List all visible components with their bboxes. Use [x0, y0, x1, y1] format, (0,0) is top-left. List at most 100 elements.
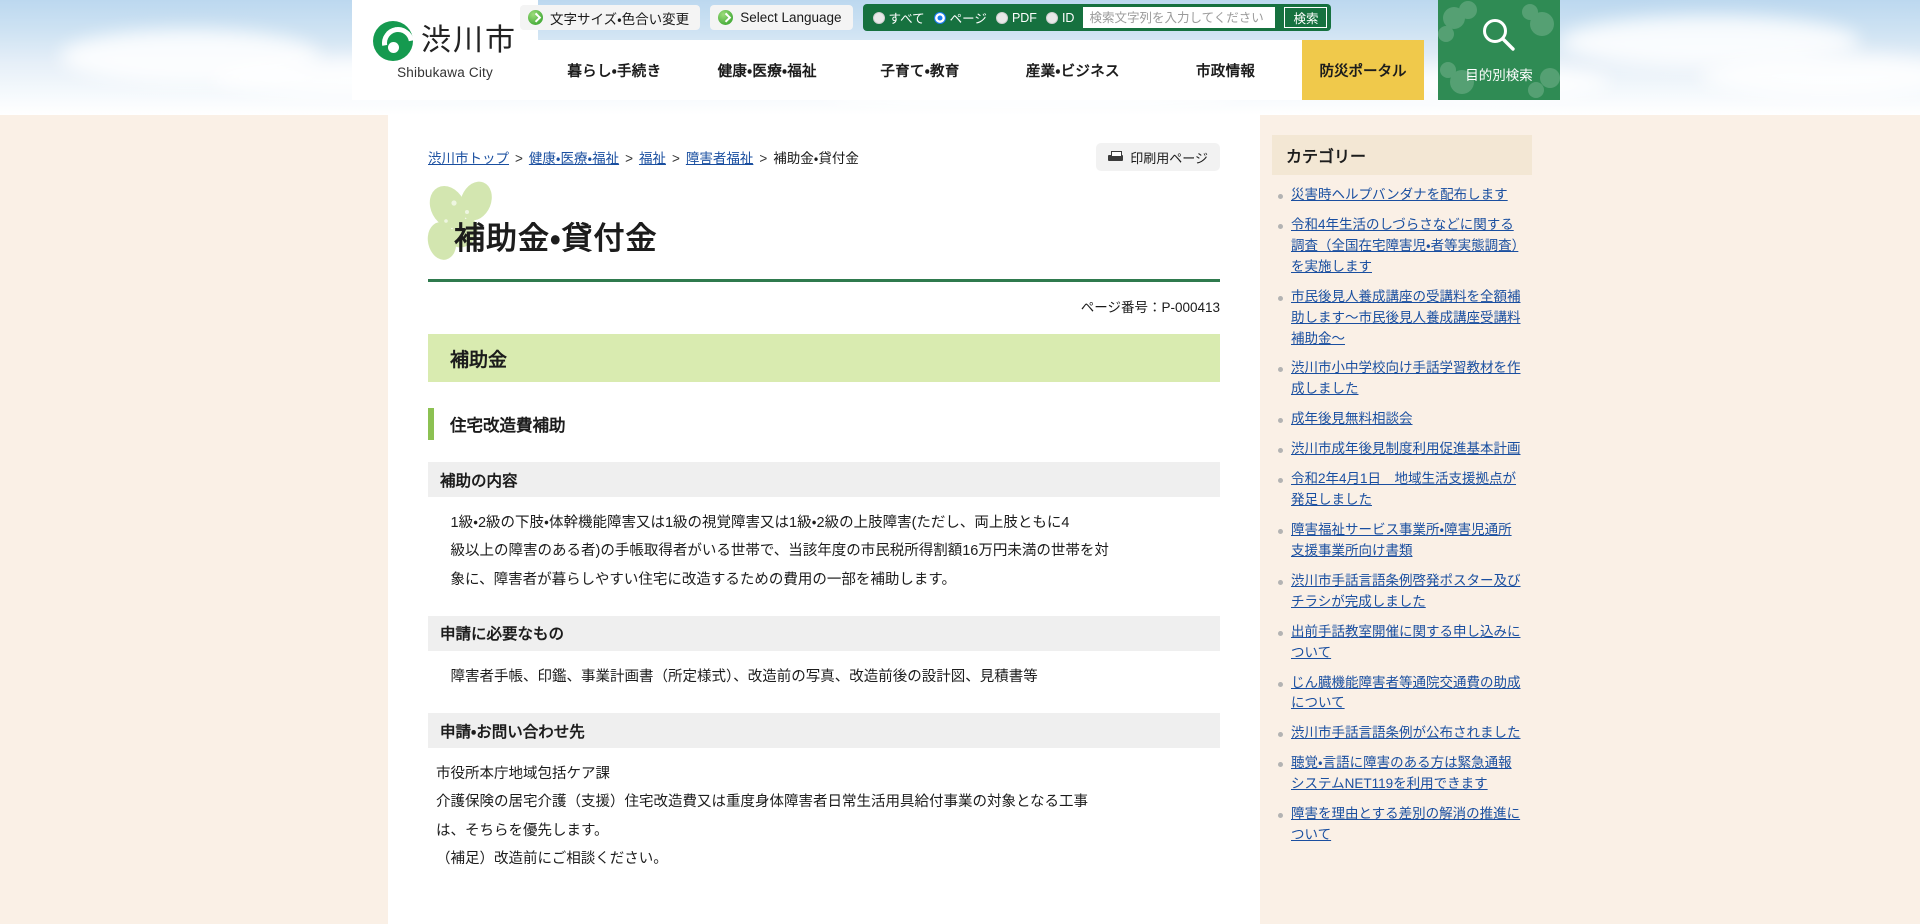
search-scope-all[interactable]: すべて [872, 8, 925, 27]
nav-item-kurashi[interactable]: 暮らし・手続き [538, 60, 691, 81]
bullet-icon [1278, 732, 1283, 738]
search-scope-id[interactable]: ID [1045, 10, 1075, 25]
breadcrumb-item-kenko[interactable]: 健康・医療・福祉 [529, 151, 619, 166]
print-page-label: 印刷用ページ [1130, 150, 1208, 166]
sidebar-link[interactable]: 聴覚・言語に障害のある方は緊急通報システムNET119を利用できます [1291, 753, 1522, 795]
list-item[interactable]: 災害時ヘルプバンダナを配布します [1278, 185, 1522, 206]
heading-shinsei-toiawase: 申請・お問い合わせ先 [428, 713, 1220, 749]
select-language-button[interactable]: Select Language [710, 5, 853, 30]
nav-item-kosodate[interactable]: 子育て・教育 [844, 60, 997, 81]
sidebar-link[interactable]: 渋川市手話言語条例啓発ポスター及びチラシが完成しました [1291, 571, 1522, 613]
search-scope-page[interactable]: ページ [933, 8, 987, 27]
paragraph-shinsei-toiawase: 市役所本庁地域包括ケア課 介護保険の居宅介護（支援）住宅改造費又は重度身体障害者… [428, 760, 1220, 873]
search-submit-button[interactable]: 検索 [1284, 7, 1328, 28]
bullet-icon [1278, 478, 1283, 484]
sidebar-link[interactable]: 出前手話教室開催に関する申し込みについて [1291, 622, 1522, 664]
bullet-icon [1278, 528, 1283, 534]
text-line: 1級・2級の下肢・体幹機能障害又は1級の視覚障害又は1級・2級の上肢障害(ただし… [450, 515, 1070, 531]
search-scope-pdf-label: PDF [1011, 10, 1037, 25]
sidebar-link-list: 災害時ヘルプバンダナを配布します 令和4年生活のしづらさなどに関する調査（全国在… [1272, 175, 1532, 846]
subsection-heading-jutaku: 住宅改造費補助 [428, 408, 1220, 440]
heading-hojo-naiyo: 補助の内容 [428, 462, 1220, 497]
bullet-icon [1278, 367, 1283, 373]
nav-item-kenko[interactable]: 健康・医療・福祉 [691, 60, 844, 81]
purpose-search-label: 目的別検索 [1465, 68, 1533, 83]
breadcrumb-item-shogaisha[interactable]: 障害者福祉 [686, 151, 754, 166]
utility-bar: 文字サイズ・色合い変更 Select Language すべて ページ PDF [520, 4, 1332, 31]
list-item[interactable]: 渋川市手話言語条例が公布されました [1278, 723, 1522, 744]
nav-item-sangyo[interactable]: 産業・ビジネス [996, 60, 1149, 81]
sidebar-link[interactable]: 渋川市小中学校向け手話学習教材を作成しました [1291, 358, 1522, 400]
bullet-icon [1278, 813, 1283, 819]
sidebar-link[interactable]: 令和4年生活のしづらさなどに関する調査（全国在宅障害児・者等実態調査）を実施しま… [1291, 215, 1522, 278]
bullet-icon [1278, 448, 1283, 454]
breadcrumb-separator: > [625, 151, 633, 166]
radio-icon-selected [933, 11, 946, 24]
main-content: 渋川市トップ > 健康・医療・福祉 > 福祉 > 障害者福祉 > 補助金・貸付金 印刷用ページ [388, 115, 1260, 924]
bullet-icon [1278, 762, 1283, 768]
sidebar-link[interactable]: 障害を理由とする差別の解消の推進について [1291, 804, 1522, 846]
page-number: ページ番号：P-000413 [1080, 300, 1220, 315]
search-scope-page-label: ページ [949, 12, 987, 26]
purpose-search-button[interactable]: 目的別検索 [1438, 0, 1560, 100]
breadcrumb: 渋川市トップ > 健康・医療・福祉 > 福祉 > 障害者福祉 > 補助金・貸付金 [428, 143, 859, 169]
breadcrumb-item-top[interactable]: 渋川市トップ [428, 151, 509, 166]
printer-icon [1108, 150, 1124, 164]
sidebar-link[interactable]: 渋川市成年後見制度利用促進基本計画 [1291, 439, 1521, 460]
site-header: 渋川市 Shibukawa City 文字サイズ・色合い変更 Select La… [0, 0, 1920, 115]
page-body: 渋川市トップ > 健康・医療・福祉 > 福祉 > 障害者福祉 > 補助金・貸付金 印刷用ページ [0, 115, 1920, 924]
arrow-circle-icon [718, 10, 734, 25]
list-item[interactable]: じん臓機能障害者等通院交通費の助成について [1278, 673, 1522, 715]
search-scope-all-label: すべて [888, 12, 925, 26]
list-item[interactable]: 障害福祉サービス事業所・障害児通所支援事業所向け書類 [1278, 520, 1522, 562]
sidebar-link[interactable]: 障害福祉サービス事業所・障害児通所支援事業所向け書類 [1291, 520, 1522, 562]
nav-item-shisei[interactable]: 市政情報 [1149, 60, 1302, 81]
select-language-label: Select Language [740, 10, 842, 25]
radio-icon [1045, 11, 1058, 24]
section-heading-hojokin: 補助金 [428, 334, 1220, 382]
paragraph-hojo-naiyo: 1級・2級の下肢・体幹機能障害又は1級の視覚障害又は1級・2級の上肢障害(ただし… [428, 509, 1220, 594]
list-item[interactable]: 令和4年生活のしづらさなどに関する調査（全国在宅障害児・者等実態調査）を実施しま… [1278, 215, 1522, 278]
search-scope-id-label: ID [1061, 10, 1075, 25]
breadcrumb-separator: > [759, 151, 768, 166]
list-item[interactable]: 渋川市手話言語条例啓発ポスター及びチラシが完成しました [1278, 571, 1522, 613]
sidebar-link[interactable]: じん臓機能障害者等通院交通費の助成について [1291, 673, 1522, 715]
main-navigation: 暮らし・手続き 健康・医療・福祉 子育て・教育 産業・ビジネス 市政情報 [538, 40, 1302, 100]
search-scope-pdf[interactable]: PDF [995, 10, 1037, 25]
font-size-color-button[interactable]: 文字サイズ・色合い変更 [520, 5, 701, 30]
list-item[interactable]: 渋川市小中学校向け手話学習教材を作成しました [1278, 358, 1522, 400]
bullet-icon [1278, 681, 1283, 687]
list-item[interactable]: 障害を理由とする差別の解消の推進について [1278, 804, 1522, 846]
search-input[interactable] [1083, 7, 1276, 28]
breadcrumb-item-fukushi[interactable]: 福祉 [639, 151, 666, 166]
sidebar-link[interactable]: 市民後見人養成講座の受講料を全額補助します～市民後見人養成講座受講料補助金～ [1291, 287, 1522, 350]
title-divider [428, 279, 1220, 282]
bullet-icon [1278, 194, 1283, 199]
print-page-button[interactable]: 印刷用ページ [1096, 143, 1220, 171]
heading-shinsei-hitsuyo: 申請に必要なもの [428, 615, 1220, 651]
search-magnifier-icon [1480, 16, 1518, 59]
sidebar-link[interactable]: 災害時ヘルプバンダナを配布します [1291, 185, 1508, 206]
page-title: 補助金・貸付金 [454, 221, 658, 256]
radio-icon [872, 11, 885, 24]
sidebar: カテゴリー 災害時ヘルプバンダナを配布します 令和4年生活のしづらさなどに関する… [1260, 115, 1532, 924]
sidebar-link[interactable]: 令和2年4月1日 地域生活支援拠点が発足しました [1291, 469, 1522, 511]
list-item[interactable]: 成年後見無料相談会 [1278, 409, 1522, 430]
bullet-icon [1278, 630, 1283, 636]
site-logo[interactable]: 渋川市 Shibukawa City [352, 0, 538, 100]
bousai-portal-button[interactable]: 防災ポータル [1302, 40, 1424, 100]
sidebar-link[interactable]: 成年後見無料相談会 [1291, 409, 1413, 430]
font-size-color-label: 文字サイズ・色合い変更 [550, 11, 690, 27]
text-line: 市役所本庁地域包括ケア課 [436, 766, 610, 783]
paragraph-shinsei-hitsuyo: 障害者手帳、印鑑、事業計画書（所定様式）、改造前の写真、改造前後の設計図、見積書… [428, 663, 1220, 691]
list-item[interactable]: 渋川市成年後見制度利用促進基本計画 [1278, 439, 1522, 460]
list-item[interactable]: 市民後見人養成講座の受講料を全額補助します～市民後見人養成講座受講料補助金～ [1278, 287, 1522, 350]
arrow-circle-icon [528, 10, 543, 25]
text-line: 障害者手帳、印鑑、事業計画書（所定様式）、改造前の写真、改造前後の設計図、見積書… [450, 668, 1038, 685]
radio-icon [995, 11, 1008, 24]
sidebar-link[interactable]: 渋川市手話言語条例が公布されました [1291, 723, 1521, 744]
list-item[interactable]: 令和2年4月1日 地域生活支援拠点が発足しました [1278, 469, 1522, 511]
list-item[interactable]: 聴覚・言語に障害のある方は緊急通報システムNET119を利用できます [1278, 753, 1522, 795]
list-item[interactable]: 出前手話教室開催に関する申し込みについて [1278, 622, 1522, 664]
bullet-icon [1278, 295, 1283, 301]
